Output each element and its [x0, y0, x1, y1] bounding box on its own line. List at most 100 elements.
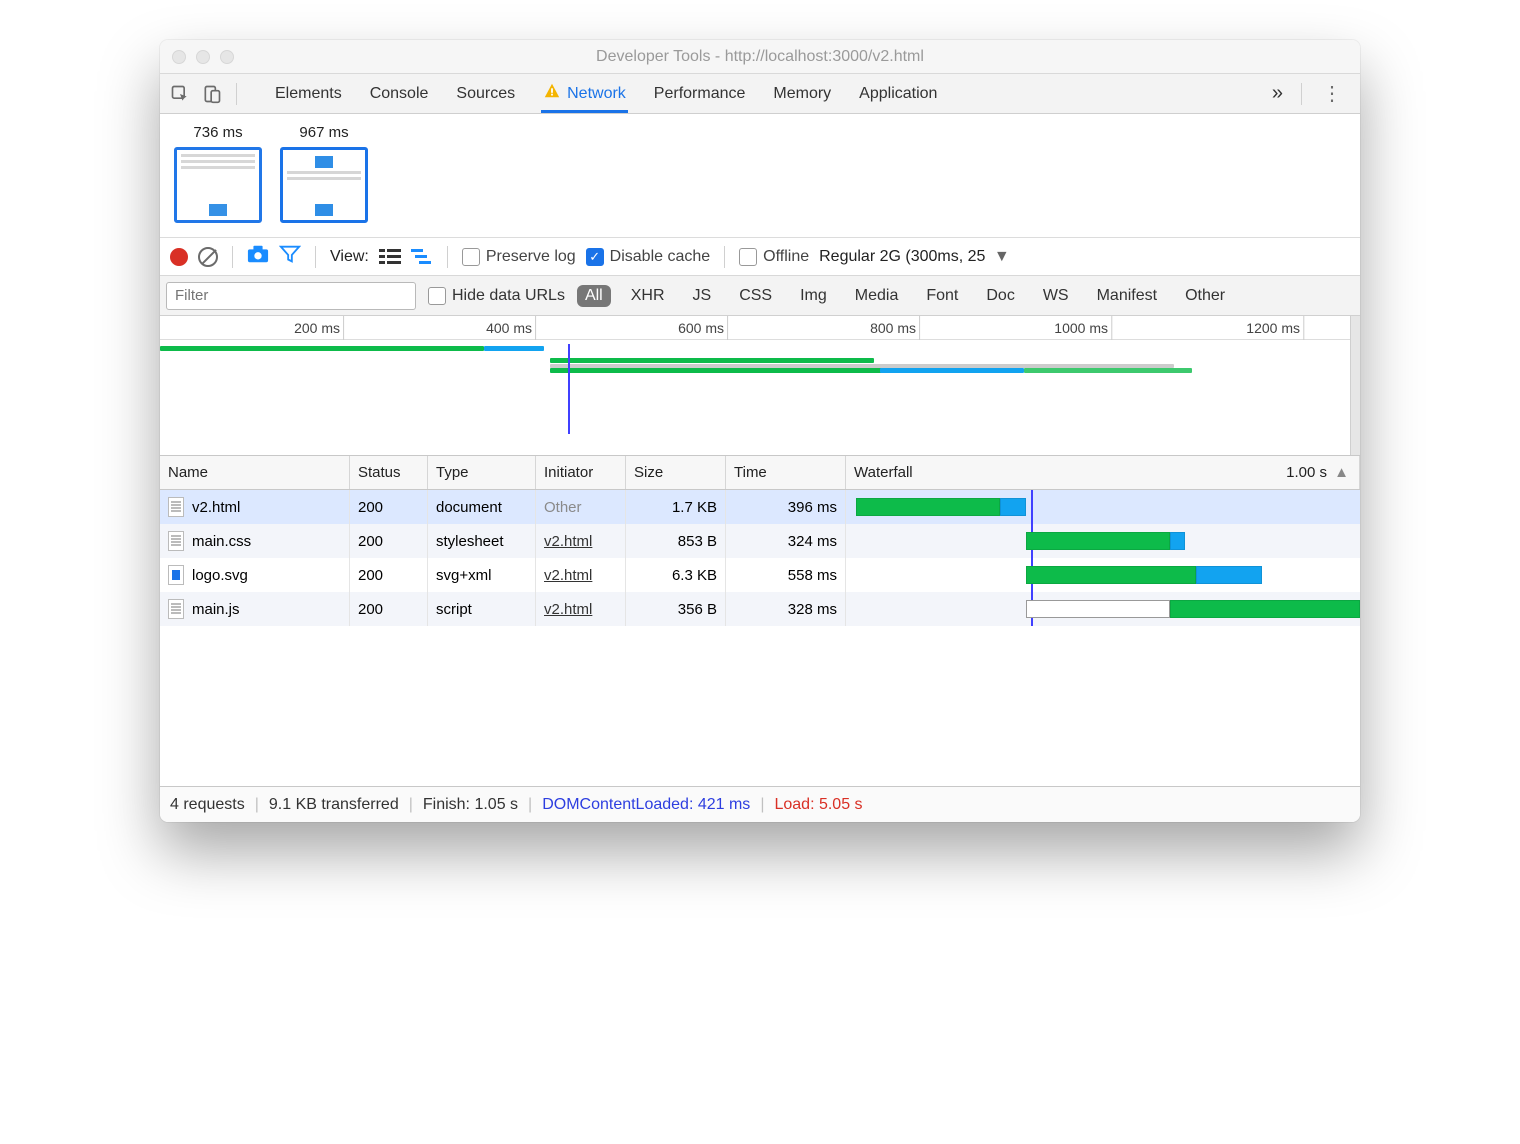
type-filter-img[interactable]: Img [792, 285, 835, 307]
type-filter-other[interactable]: Other [1177, 285, 1233, 307]
devtools-window: Developer Tools - http://localhost:3000/… [160, 40, 1360, 822]
clear-button[interactable] [198, 247, 218, 267]
table-row[interactable]: logo.svg200svg+xmlv2.html6.3 KB558 ms [160, 558, 1360, 592]
filmstrip-time: 736 ms [193, 124, 242, 141]
window-title: Developer Tools - http://localhost:3000/… [160, 48, 1360, 66]
initiator-link[interactable]: v2.html [544, 601, 592, 618]
large-rows-icon[interactable] [379, 248, 401, 266]
type-filter-css[interactable]: CSS [731, 285, 780, 307]
hide-data-urls-label: Hide data URLs [452, 287, 565, 305]
document-file-icon [168, 497, 184, 517]
tab-label: Elements [275, 85, 342, 103]
toolbar-separator [236, 83, 237, 105]
filter-input[interactable] [166, 282, 416, 310]
throttling-value: Regular 2G (300ms, 25 [819, 248, 985, 265]
tab-performance[interactable]: Performance [652, 77, 748, 111]
cell-initiator: Other [536, 490, 626, 524]
disable-cache-checkbox[interactable] [586, 248, 604, 266]
device-toolbar-icon[interactable] [200, 82, 224, 106]
tab-elements[interactable]: Elements [273, 77, 344, 111]
tab-label: Network [567, 85, 626, 103]
disable-cache-option[interactable]: Disable cache [586, 248, 711, 266]
initiator-link[interactable]: v2.html [544, 533, 592, 550]
tab-console[interactable]: Console [368, 77, 431, 111]
waterfall-bar [1026, 566, 1196, 584]
more-options-icon[interactable]: ⋮ [1314, 81, 1352, 106]
waterfall-bar [1196, 566, 1263, 584]
col-size[interactable]: Size [626, 456, 726, 489]
cell-time: 324 ms [726, 524, 846, 558]
toolbar-separator [1301, 83, 1302, 105]
tab-memory[interactable]: Memory [771, 77, 833, 111]
cell-initiator: v2.html [536, 592, 626, 626]
tab-label: Performance [654, 85, 746, 103]
col-name[interactable]: Name [160, 456, 350, 489]
col-status[interactable]: Status [350, 456, 428, 489]
window-minimize-icon[interactable] [196, 50, 210, 64]
preserve-log-checkbox[interactable] [462, 248, 480, 266]
col-waterfall[interactable]: Waterfall 1.00 s ▲ [846, 456, 1360, 489]
timeline-bars [160, 344, 1360, 434]
type-filter-js[interactable]: JS [685, 285, 720, 307]
filmstrip-thumbnail [280, 147, 368, 223]
table-row[interactable]: v2.html200documentOther1.7 KB396 ms [160, 490, 1360, 524]
col-initiator[interactable]: Initiator [536, 456, 626, 489]
sort-asc-icon: ▲ [1334, 464, 1349, 481]
inspect-element-icon[interactable] [168, 82, 192, 106]
filmstrip-frame[interactable]: 967 ms [280, 124, 368, 223]
tab-network[interactable]: Network [541, 74, 628, 113]
preserve-log-option[interactable]: Preserve log [462, 248, 576, 266]
file-name: main.css [192, 533, 251, 550]
col-time[interactable]: Time [726, 456, 846, 489]
cell-size: 356 B [626, 592, 726, 626]
record-button[interactable] [170, 248, 188, 266]
ruler-tick: 1000 ms [1054, 320, 1108, 336]
type-filter-ws[interactable]: WS [1035, 285, 1077, 307]
resource-type-filters: All XHR JS CSS Img Media Font Doc WS Manifest Othe… [577, 285, 1233, 307]
offline-option[interactable]: Offline [739, 248, 809, 266]
tab-sources[interactable]: Sources [454, 77, 517, 111]
ruler-tick: 600 ms [678, 320, 724, 336]
offline-checkbox[interactable] [739, 248, 757, 266]
tabs-overflow-icon[interactable]: » [1266, 82, 1289, 105]
tab-label: Memory [773, 85, 831, 103]
window-zoom-icon[interactable] [220, 50, 234, 64]
tab-application[interactable]: Application [857, 77, 939, 111]
cell-waterfall [846, 490, 1360, 524]
table-header-row: Name Status Type Initiator Size Time Wat… [160, 456, 1360, 490]
col-type[interactable]: Type [428, 456, 536, 489]
status-load: Load: 5.05 s [774, 796, 862, 814]
waterfall-bar [856, 498, 1000, 516]
table-row[interactable]: main.js200scriptv2.html356 B328 ms [160, 592, 1360, 626]
type-filter-doc[interactable]: Doc [978, 285, 1022, 307]
filmstrip-thumbnail [174, 147, 262, 223]
filmstrip-frame[interactable]: 736 ms [174, 124, 262, 223]
view-label: View: [330, 248, 369, 266]
throttling-select[interactable]: Regular 2G (300ms, 25 ▼ [819, 248, 1010, 266]
filter-toggle-icon[interactable] [279, 244, 301, 269]
ruler-tick: 1200 ms [1246, 320, 1300, 336]
waterfall-scale: 1.00 s [1286, 464, 1327, 481]
type-filter-manifest[interactable]: Manifest [1089, 285, 1165, 307]
table-body: v2.html200documentOther1.7 KB396 msmain.… [160, 490, 1360, 786]
window-close-icon[interactable] [172, 50, 186, 64]
timeline-overview[interactable]: 200 ms400 ms600 ms800 ms1000 ms1200 ms [160, 316, 1360, 456]
type-filter-xhr[interactable]: XHR [623, 285, 673, 307]
hide-data-urls-option[interactable]: Hide data URLs [428, 287, 565, 305]
image-file-icon [168, 565, 184, 585]
col-waterfall-label: Waterfall [854, 464, 913, 481]
cell-initiator: v2.html [536, 558, 626, 592]
cell-name: v2.html [160, 490, 350, 524]
screenshot-toggle-icon[interactable] [247, 244, 269, 269]
disable-cache-label: Disable cache [610, 248, 711, 266]
dropdown-icon: ▼ [994, 248, 1010, 265]
table-row[interactable]: main.css200stylesheetv2.html853 B324 ms [160, 524, 1360, 558]
type-filter-font[interactable]: Font [918, 285, 966, 307]
hide-data-urls-checkbox[interactable] [428, 287, 446, 305]
cell-type: document [428, 490, 536, 524]
type-filter-media[interactable]: Media [847, 285, 907, 307]
type-filter-all[interactable]: All [577, 285, 611, 307]
initiator-link[interactable]: v2.html [544, 567, 592, 584]
waterfall-view-icon[interactable] [411, 248, 433, 266]
overview-scrollbar[interactable] [1350, 316, 1360, 455]
